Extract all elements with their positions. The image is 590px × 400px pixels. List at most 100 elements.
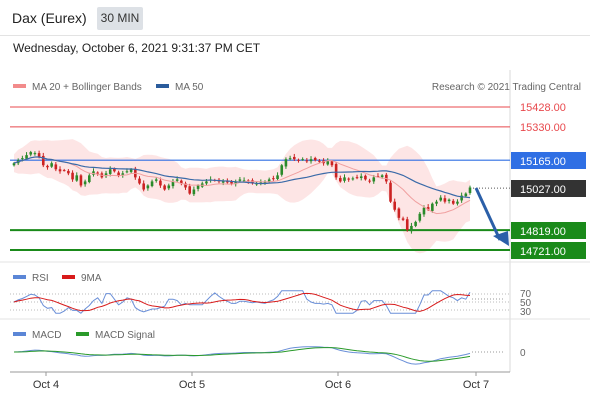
- macd-legend-swatch: [13, 332, 26, 336]
- candle-body: [313, 157, 317, 161]
- bollinger-band-area: [14, 139, 470, 254]
- resistance-1-label: 15330.00: [520, 122, 566, 134]
- rsi-ma-legend-label: 9MA: [81, 273, 102, 284]
- rsi-ma-legend-swatch: [62, 275, 75, 279]
- ma20-legend-swatch: [13, 84, 26, 88]
- support-2-label: 14721.00: [520, 246, 566, 258]
- macd-signal-legend-swatch: [76, 332, 89, 336]
- ma50-legend-swatch: [156, 84, 169, 88]
- candle-body: [393, 201, 396, 210]
- candle-body: [79, 175, 83, 186]
- candle-body: [58, 169, 62, 172]
- candle-body: [175, 179, 179, 181]
- candle-body: [380, 175, 384, 177]
- support-1-label: 14819.00: [520, 226, 566, 238]
- candle-body: [447, 199, 451, 202]
- candle-body: [422, 207, 426, 215]
- candle-body: [280, 165, 284, 175]
- candle-body: [359, 176, 363, 178]
- candle-body: [456, 201, 459, 204]
- candle-body: [468, 187, 472, 193]
- candle-body: [192, 189, 196, 195]
- x-label-oct7: Oct 7: [463, 379, 489, 391]
- macd-signal-series-line: [14, 347, 471, 362]
- rsi-legend-label: RSI: [32, 273, 49, 284]
- candle-body: [54, 164, 58, 170]
- x-label-oct5: Oct 5: [179, 379, 205, 391]
- candle-body: [146, 185, 150, 189]
- bollinger-band-layer: [14, 139, 470, 254]
- candle-body: [288, 158, 292, 160]
- candle-body: [83, 181, 87, 185]
- candle-body: [238, 179, 242, 181]
- candle-body: [33, 153, 37, 155]
- candle-body: [297, 159, 300, 161]
- candle-body: [368, 180, 371, 182]
- candle-body: [309, 159, 313, 162]
- x-label-oct4: Oct 4: [33, 379, 59, 391]
- candle-body: [364, 175, 367, 180]
- candle-body: [159, 180, 162, 186]
- candle-body: [305, 160, 309, 162]
- candle-body: [150, 181, 154, 187]
- macd-legend-label: MACD: [32, 330, 61, 341]
- candle-body: [205, 181, 208, 184]
- candle-body: [12, 163, 16, 166]
- rsi-30-label: 30: [520, 307, 532, 318]
- candle-body: [163, 185, 166, 190]
- candle-body: [62, 170, 66, 172]
- candle-body: [21, 158, 24, 160]
- macd-zero-label: 0: [520, 348, 526, 359]
- candle-body: [154, 179, 158, 181]
- candle-body: [138, 178, 141, 184]
- candle-body: [464, 193, 468, 197]
- macd-signal-legend-label: MACD Signal: [95, 330, 155, 341]
- candle-body: [301, 159, 304, 161]
- x-label-oct6: Oct 6: [325, 379, 351, 391]
- candle-body: [96, 172, 99, 174]
- candle-body: [46, 165, 49, 168]
- candle-body: [326, 161, 330, 165]
- candle-body: [418, 213, 422, 221]
- rsi-legend-swatch: [13, 275, 26, 279]
- candle-body: [414, 221, 417, 226]
- candle-body: [443, 198, 447, 202]
- candle-body: [188, 186, 192, 194]
- price-chart: MA 20 + Bollinger Bands MA 50 Research ©…: [0, 70, 590, 391]
- candle-body: [372, 177, 376, 182]
- candle-body: [431, 203, 434, 211]
- candle-body: [435, 201, 438, 204]
- candle-body: [267, 179, 271, 182]
- candle-body: [125, 171, 129, 173]
- candle-body: [117, 172, 120, 176]
- candle-body: [401, 218, 405, 220]
- candle-body: [221, 181, 225, 183]
- candle-body: [284, 159, 288, 167]
- forecast-arrow: [474, 187, 509, 246]
- candle-body: [25, 155, 28, 159]
- candle-body: [167, 185, 171, 189]
- candle-body: [292, 156, 296, 160]
- copyright-label: Research © 2021 Trading Central: [432, 82, 581, 93]
- candle-body: [410, 225, 413, 232]
- candle-body: [50, 163, 53, 167]
- ma50-legend-label: MA 50: [175, 82, 204, 93]
- candle-body: [71, 172, 74, 180]
- candle-body: [389, 182, 392, 202]
- ma20-legend-label: MA 20 + Bollinger Bands: [32, 82, 142, 93]
- candle-body: [351, 178, 355, 180]
- candle-body: [330, 161, 334, 166]
- candle-body: [347, 178, 350, 180]
- last-price-label: 15027.00: [520, 184, 566, 196]
- candle-body: [272, 178, 275, 180]
- candle-body: [355, 177, 359, 179]
- candle-body: [142, 183, 145, 190]
- candle-body: [405, 219, 409, 230]
- candle-body: [108, 169, 112, 174]
- candle-body: [196, 185, 200, 189]
- candle-body: [439, 197, 443, 201]
- candle-body: [276, 175, 279, 180]
- candle-body: [75, 175, 79, 181]
- candle-body: [451, 200, 455, 204]
- candle-body: [339, 177, 342, 182]
